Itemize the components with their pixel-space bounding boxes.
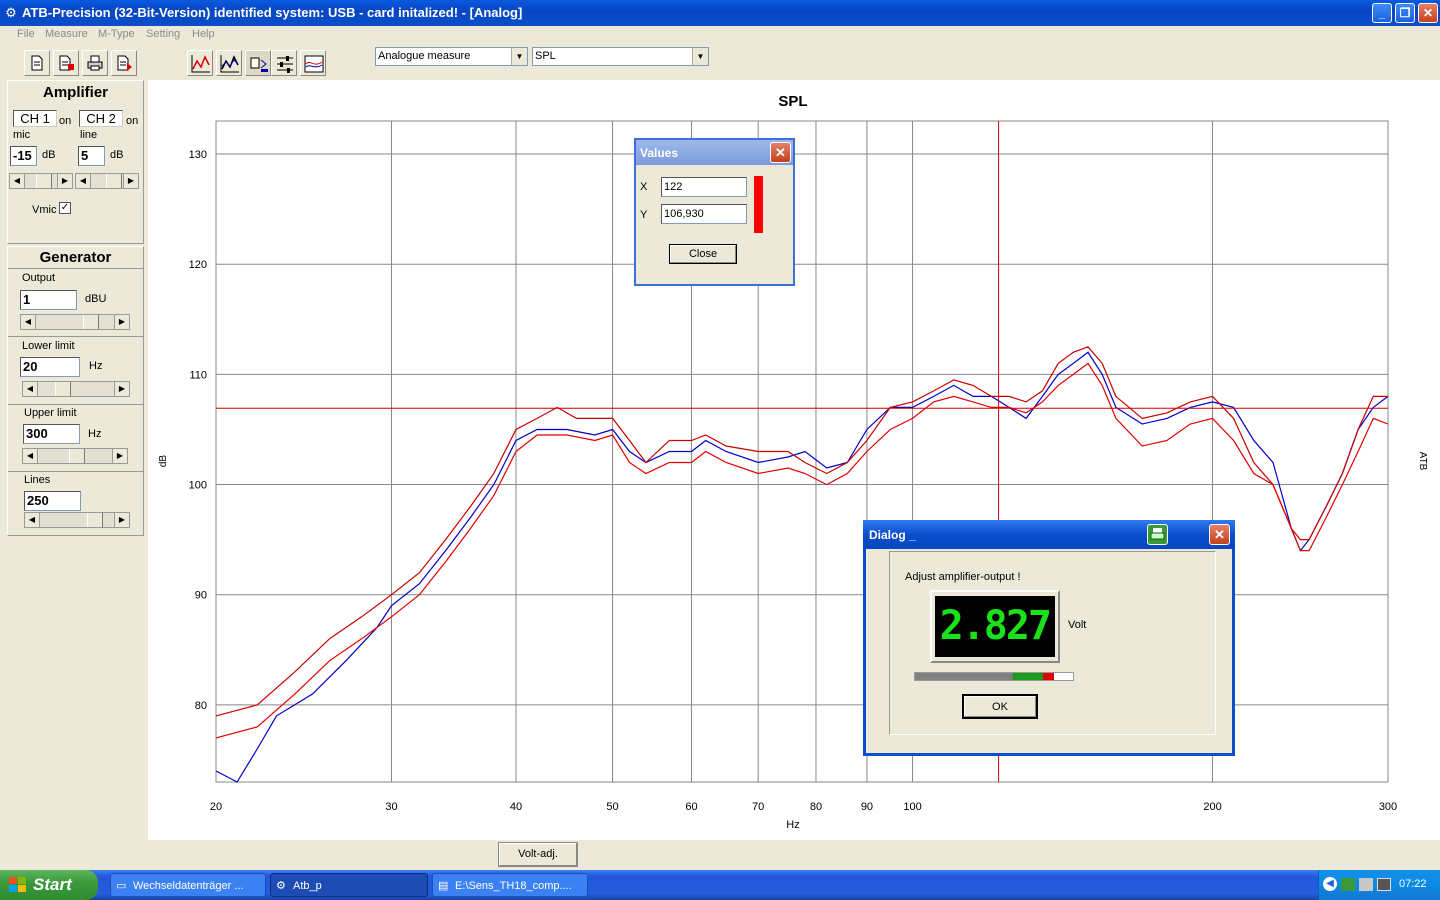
adjust-dialog-titlebar[interactable]: Dialog _ ✕ (863, 520, 1235, 549)
x-tick-label: 30 (385, 801, 397, 813)
clock: 07:22 (1399, 878, 1427, 890)
document-icon: ▤ (438, 880, 449, 892)
x-tick-label: 300 (1379, 801, 1397, 813)
values-dialog-title: Values (640, 146, 679, 160)
x-tick-label: 60 (685, 801, 697, 813)
values-dialog[interactable]: Values ✕ X 122 Y 106,930 Close (634, 138, 795, 286)
values-dialog-close-icon[interactable]: ✕ (770, 142, 791, 163)
y-label: Y (640, 209, 648, 221)
level-meter (914, 672, 1074, 681)
y-tick-label: 110 (189, 369, 207, 381)
y-tick-label: 90 (195, 590, 207, 602)
x-label: X (640, 181, 648, 193)
y-axis-label: dB (158, 455, 169, 468)
x-axis-label: Hz (786, 819, 799, 831)
y-tick-label: 100 (189, 480, 207, 492)
x-tick-label: 200 (1203, 801, 1221, 813)
spl-chart[interactable]: SPL 20 30 40 50 60 70 80 90 100 200 300 80 90 100 110 1… (0, 0, 1440, 900)
task-wechseldatentraeger[interactable]: ▭ Wechseldatenträger ... (110, 873, 266, 897)
task-label: Atb_p (293, 880, 322, 892)
adjust-dialog-title: Dialog _ (869, 528, 916, 542)
x-tick-label: 40 (510, 801, 522, 813)
adjust-dialog[interactable]: Dialog _ ✕ Adjust amplifier-output ! 2.8… (863, 520, 1235, 756)
task-label: Wechseldatenträger ... (133, 880, 244, 892)
start-label: Start (33, 875, 72, 894)
ok-button[interactable]: OK (962, 694, 1038, 719)
adjust-message: Adjust amplifier-output ! (905, 571, 1021, 583)
chart-title: SPL (778, 93, 807, 110)
x-tick-label: 100 (903, 801, 921, 813)
chevron-left-icon[interactable]: ◀ (1323, 877, 1337, 891)
volt-adj-button[interactable]: Volt-adj. (498, 842, 578, 867)
y-tick-label: 120 (189, 259, 207, 271)
start-button[interactable]: Start (0, 870, 98, 900)
x-tick-label: 70 (752, 801, 764, 813)
windows-logo-icon (9, 877, 26, 893)
task-sens-file[interactable]: ▤ E:\Sens_TH18_comp.... (432, 873, 588, 897)
x-value-field[interactable]: 122 (661, 177, 747, 197)
voltmeter-display: 2.827 (935, 596, 1055, 657)
color-indicator (754, 176, 763, 233)
printer-icon[interactable] (1147, 524, 1168, 545)
app-icon: ⚙ (276, 880, 286, 892)
volt-unit: Volt (1068, 619, 1087, 631)
x-tick-label: 20 (210, 801, 222, 813)
x-tick-label: 90 (861, 801, 873, 813)
x-tick-label: 50 (606, 801, 618, 813)
x-tick-label: 80 (810, 801, 822, 813)
y-value-field[interactable]: 106,930 (661, 204, 747, 224)
values-close-button[interactable]: Close (669, 244, 737, 264)
usb-icon[interactable] (1359, 878, 1373, 891)
y-tick-label: 80 (195, 700, 207, 712)
voltmeter-frame: 2.827 (930, 590, 1060, 663)
right-axis-label: ATB (1417, 452, 1428, 471)
system-tray: ◀ 07:22 (1318, 870, 1440, 900)
adjust-dialog-close-icon[interactable]: ✕ (1209, 524, 1230, 545)
values-dialog-titlebar[interactable]: Values ✕ (636, 140, 793, 165)
y-tick-label: 130 (189, 149, 207, 161)
monitor-icon[interactable] (1377, 878, 1391, 891)
task-atb-p[interactable]: ⚙ Atb_p (270, 873, 428, 897)
network-icon[interactable] (1341, 878, 1355, 891)
drive-icon: ▭ (116, 880, 127, 892)
level-meter-fill (915, 673, 1055, 680)
taskbar: Start ▭ Wechseldatenträger ... ⚙ Atb_p ▤… (0, 870, 1440, 900)
task-label: E:\Sens_TH18_comp.... (455, 880, 572, 892)
